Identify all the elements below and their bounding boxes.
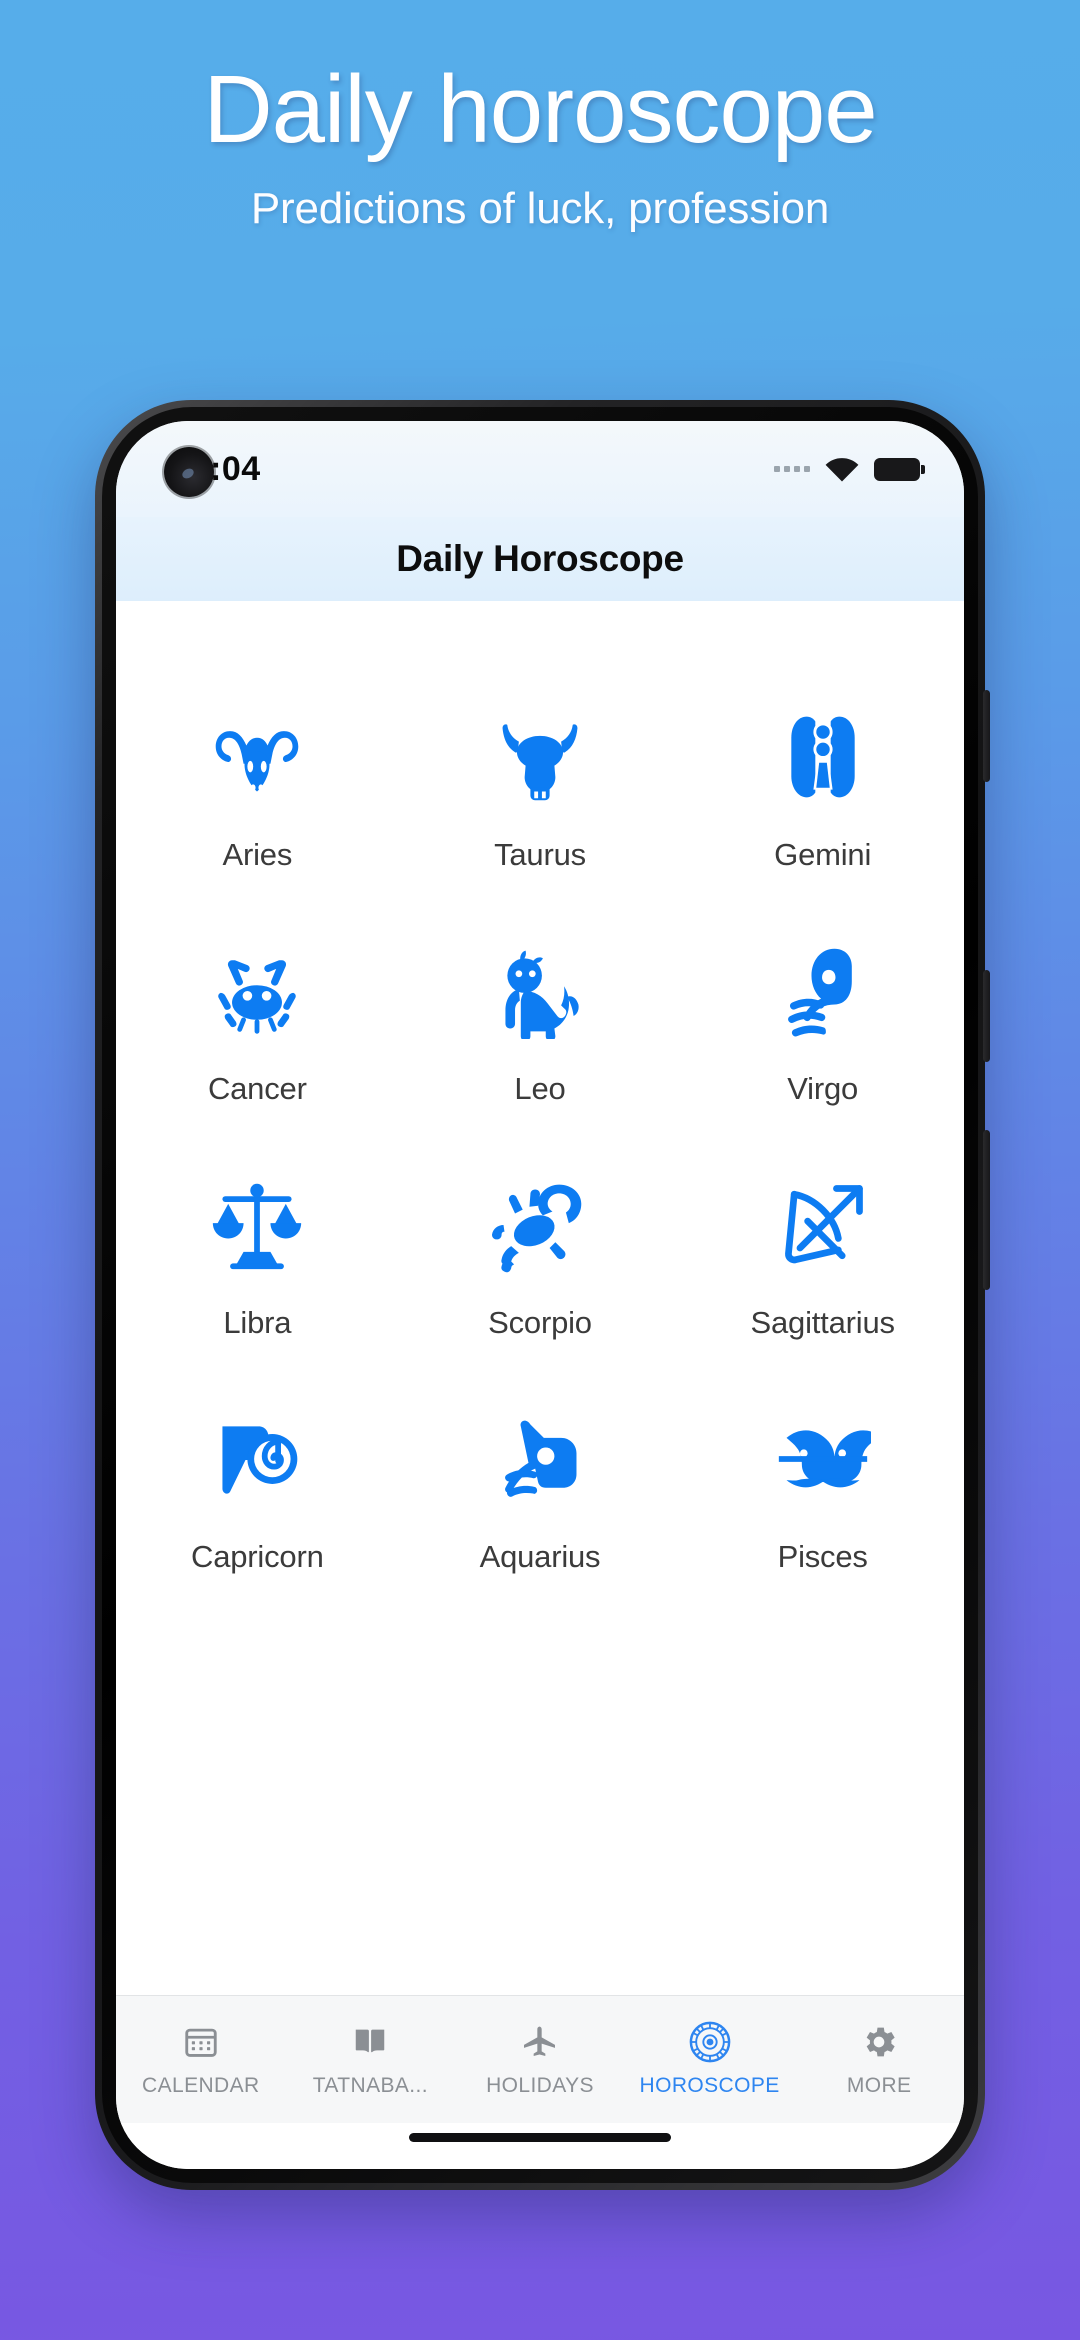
nav-item-label: TATNABA... xyxy=(312,2074,428,2097)
zodiac-item-gemini[interactable]: Gemini xyxy=(681,697,964,873)
nav-item-calendar[interactable]: CALENDAR xyxy=(116,2021,286,2098)
signal-dots-icon xyxy=(774,466,810,472)
zodiac-item-virgo[interactable]: Virgo xyxy=(681,931,964,1107)
status-bar: :04 xyxy=(116,421,964,517)
zodiac-item-aquarius[interactable]: Aquarius xyxy=(399,1399,682,1575)
nav-item-horoscope[interactable]: HOROSCOPE xyxy=(625,2021,795,2098)
zodiac-item-libra[interactable]: Libra xyxy=(116,1165,399,1341)
promo-subtitle: Predictions of luck, profession xyxy=(250,184,830,233)
home-indicator-area xyxy=(116,2123,964,2169)
front-camera-punchhole xyxy=(164,447,214,497)
zodiac-item-aries[interactable]: Aries xyxy=(116,697,399,873)
nav-item-label: HOLIDAYS xyxy=(486,2074,594,2097)
zodiac-label: Leo xyxy=(514,1071,566,1106)
battery-full-icon xyxy=(874,457,925,481)
zodiac-wheel-icon xyxy=(689,2021,731,2063)
status-clock: :04 xyxy=(210,449,261,488)
zodiac-grid: Aries Taurus Gemini Cancer Leo Virgo Lib… xyxy=(116,697,964,1575)
zodiac-label: Pisces xyxy=(777,1539,868,1574)
zodiac-label: Gemini xyxy=(774,837,872,872)
promo-title: Daily horoscope xyxy=(203,56,877,163)
nav-item-label: MORE xyxy=(846,2074,912,2097)
status-icons xyxy=(774,456,925,482)
phone-screen: :04 Daily Horoscope Aries Taurus Gemini … xyxy=(116,421,964,2169)
zodiac-item-taurus[interactable]: Taurus xyxy=(399,697,682,873)
main-content: Aries Taurus Gemini Cancer Leo Virgo Lib… xyxy=(116,601,964,1995)
app-bar: Daily Horoscope xyxy=(116,517,964,601)
gemini-twins-icon xyxy=(775,697,871,817)
zodiac-item-scorpio[interactable]: Scorpio xyxy=(399,1165,682,1341)
zodiac-label: Cancer xyxy=(207,1071,307,1106)
nav-item-holidays[interactable]: HOLIDAYS xyxy=(455,2021,625,2098)
nav-item-tatnaba[interactable]: TATNABA... xyxy=(286,2021,456,2098)
scorpio-scorpion-icon xyxy=(491,1165,588,1285)
phone-device: :04 Daily Horoscope Aries Taurus Gemini … xyxy=(95,400,990,2190)
zodiac-item-pisces[interactable]: Pisces xyxy=(681,1399,964,1575)
volume-up-button[interactable] xyxy=(983,690,990,782)
home-indicator[interactable] xyxy=(409,2133,671,2142)
aquarius-waterbearer-icon xyxy=(492,1399,588,1519)
zodiac-label: Scorpio xyxy=(488,1305,592,1340)
zodiac-label: Taurus xyxy=(494,837,586,872)
airplane-icon xyxy=(520,2021,560,2063)
zodiac-item-leo[interactable]: Leo xyxy=(399,931,682,1107)
cancer-crab-icon xyxy=(209,931,305,1051)
bottom-navigation: CALENDAR TATNABA... HOLIDAYS HOROSCOPE M… xyxy=(116,1995,964,2123)
virgo-maiden-icon xyxy=(775,931,871,1051)
page-title: Daily Horoscope xyxy=(396,538,684,579)
promo-header: Daily horoscope Predictions of luck, pro… xyxy=(0,0,1080,234)
power-button[interactable] xyxy=(983,1130,990,1290)
libra-scales-icon xyxy=(209,1165,305,1285)
leo-lion-icon xyxy=(492,931,588,1051)
zodiac-label: Capricorn xyxy=(191,1539,324,1574)
capricorn-goat-icon xyxy=(209,1399,305,1519)
volume-down-button[interactable] xyxy=(983,970,990,1062)
book-icon xyxy=(351,2021,389,2063)
taurus-bull-icon xyxy=(492,697,588,817)
device-frame: :04 Daily Horoscope Aries Taurus Gemini … xyxy=(95,400,990,2190)
nav-item-more[interactable]: MORE xyxy=(794,2021,964,2098)
zodiac-label: Virgo xyxy=(787,1071,859,1106)
zodiac-label: Sagittarius xyxy=(750,1305,895,1340)
zodiac-item-cancer[interactable]: Cancer xyxy=(116,931,399,1107)
nav-item-label: HOROSCOPE xyxy=(639,2074,780,2097)
gear-icon xyxy=(859,2021,899,2063)
aries-ram-icon xyxy=(209,697,305,817)
calendar-icon xyxy=(182,2021,220,2063)
sagittarius-bow-icon xyxy=(775,1165,871,1285)
wifi-icon xyxy=(825,456,859,482)
zodiac-label: Aquarius xyxy=(479,1539,601,1574)
nav-item-label: CALENDAR xyxy=(142,2074,260,2097)
zodiac-item-capricorn[interactable]: Capricorn xyxy=(116,1399,399,1575)
pisces-fish-icon xyxy=(775,1399,871,1519)
zodiac-item-sagittarius[interactable]: Sagittarius xyxy=(681,1165,964,1341)
zodiac-label: Libra xyxy=(223,1305,292,1340)
zodiac-label: Aries xyxy=(222,837,293,872)
